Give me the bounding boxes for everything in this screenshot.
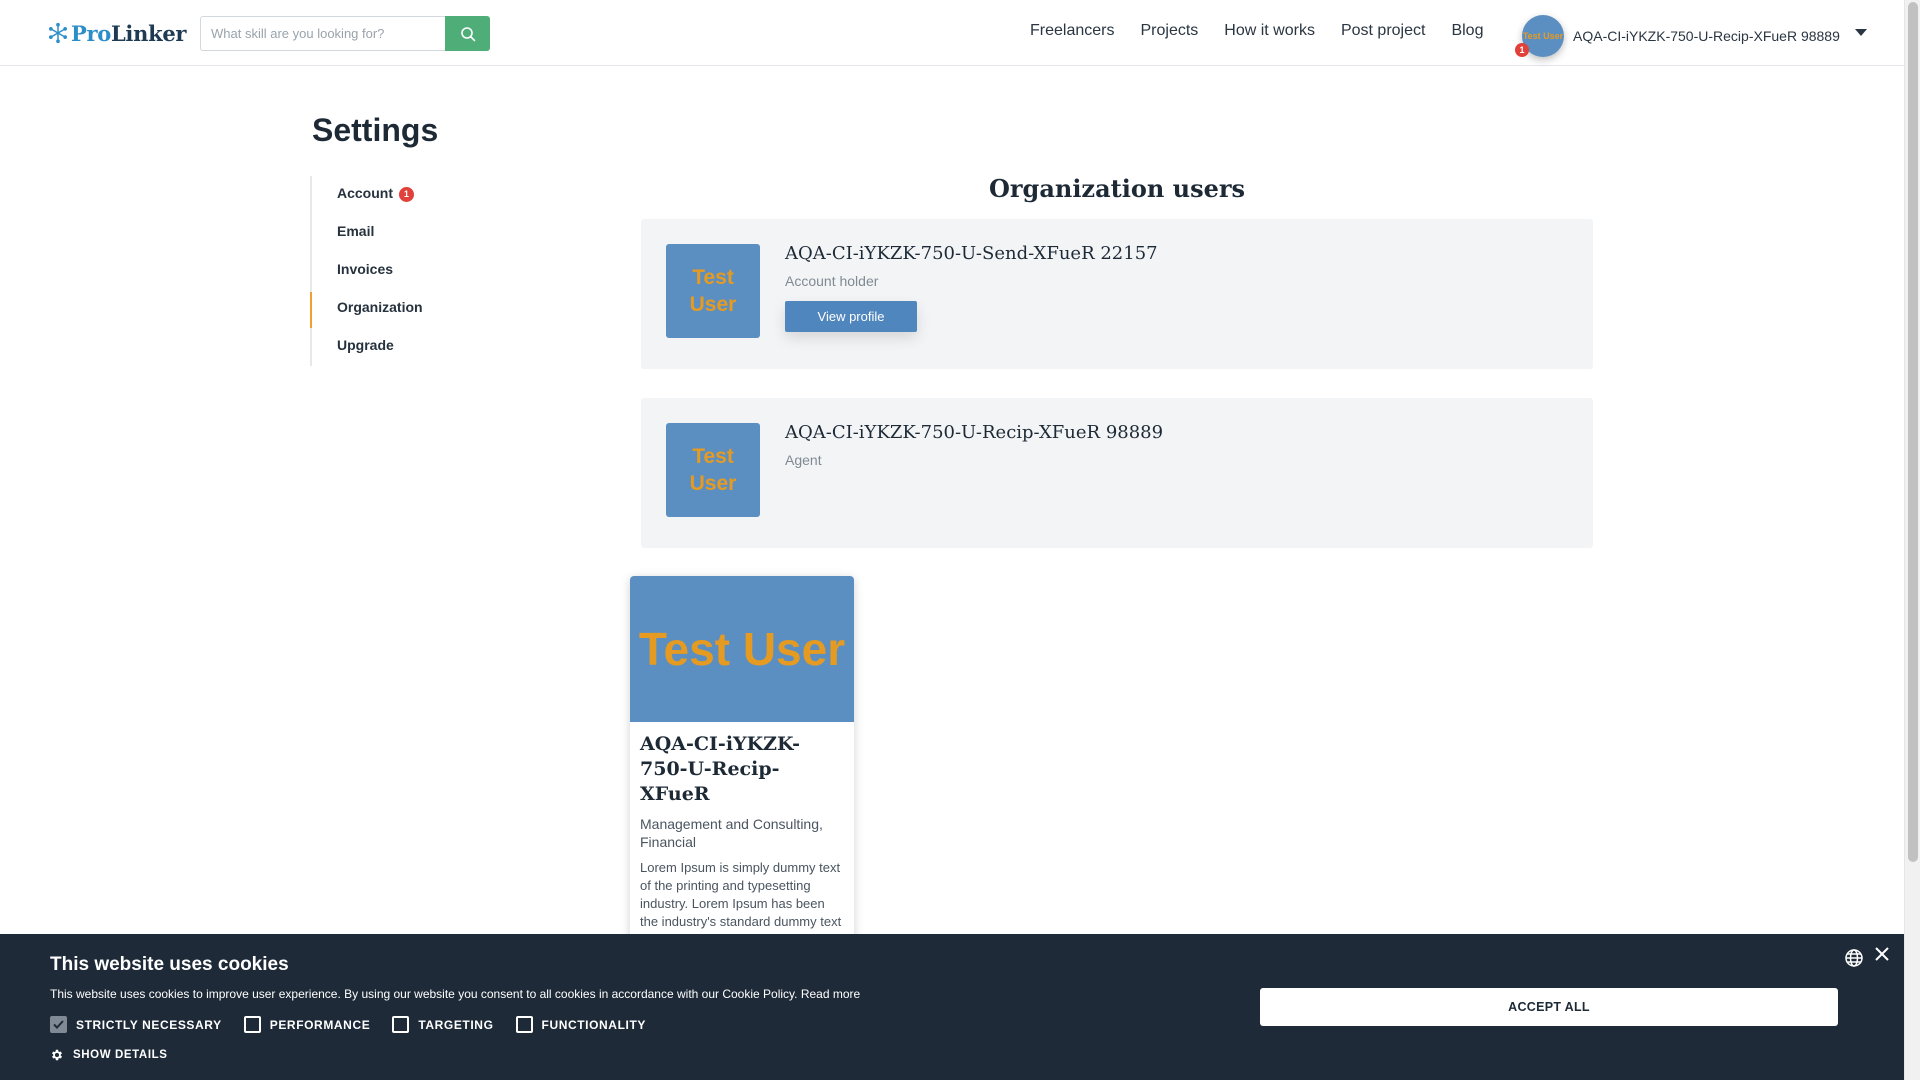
cookie-option-targeting[interactable]: TARGETING (392, 1016, 493, 1033)
profile-name[interactable]: AQA-CI-iYKZK-750-U-Recip-XFueR (640, 732, 844, 807)
cookie-option-strictly-necessary[interactable]: STRICTLY NECESSARY (50, 1016, 222, 1033)
chevron-down-icon[interactable] (1854, 28, 1868, 37)
cookie-text-body: This website uses cookies to improve use… (50, 987, 798, 1001)
org-user-role: Account holder (785, 273, 879, 289)
freelancer-profile-card[interactable]: Test User AQA-CI-iYKZK-750-U-Recip-XFueR… (630, 576, 854, 946)
settings-menu-invoices[interactable]: Invoices (312, 252, 510, 290)
close-icon[interactable] (1874, 946, 1890, 962)
cookie-text: This website uses cookies to improve use… (50, 987, 860, 1001)
settings-menu-organization[interactable]: Organization (310, 290, 510, 328)
org-user-card: Test User AQA-CI-iYKZK-750-U-Recip-XFueR… (641, 398, 1593, 548)
checkmark-icon (53, 1020, 64, 1029)
profile-description: Lorem Ipsum is simply dummy text of the … (640, 860, 842, 946)
cookie-options: STRICTLY NECESSARY PERFORMANCE TARGETING… (50, 1016, 668, 1033)
settings-menu-upgrade[interactable]: Upgrade (312, 328, 510, 366)
settings-menu: Account 1 Email Invoices Organization Up… (310, 176, 510, 366)
org-user-card: Test User AQA-CI-iYKZK-750-U-Send-XFueR … (641, 219, 1593, 369)
settings-menu-email[interactable]: Email (312, 214, 510, 252)
cookie-option-label: TARGETING (418, 1017, 494, 1032)
settings-menu-label: Upgrade (337, 337, 394, 353)
nav-freelancers[interactable]: Freelancers (1030, 22, 1114, 40)
nav-post-project[interactable]: Post project (1341, 22, 1425, 40)
checkbox-strictly-necessary[interactable] (50, 1016, 67, 1033)
search-bar (200, 16, 490, 51)
logo-text: ProLinker (71, 20, 187, 46)
top-header: ProLinker Freelancers Projects How it wo… (0, 0, 1904, 66)
user-avatar: Test User (666, 244, 760, 338)
page-scrollbar[interactable] (1904, 0, 1920, 1080)
settings-menu-label: Email (337, 223, 375, 239)
user-avatar: Test User (666, 423, 760, 517)
nav-how-it-works[interactable]: How it works (1224, 22, 1315, 40)
read-more-link[interactable]: Read more (801, 987, 860, 1001)
page-title: Settings (312, 112, 439, 148)
settings-menu-account[interactable]: Account 1 (312, 176, 510, 214)
prolinker-logo[interactable]: ProLinker (47, 19, 186, 47)
notification-badge: 1 (1515, 43, 1529, 57)
scrollbar-thumb[interactable] (1908, 2, 1918, 862)
org-user-name: AQA-CI-iYKZK-750-U-Send-XFueR 22157 (785, 243, 1158, 264)
user-name[interactable]: AQA-CI-iYKZK-750-U-Recip-XFueR 98889 (1573, 28, 1840, 44)
user-menu[interactable]: Test User 1 AQA-CI-iYKZK-750-U-Recip-XFu… (1515, 15, 1868, 57)
cookie-option-functionality[interactable]: FUNCTIONALITY (515, 1016, 646, 1033)
globe-icon[interactable] (1844, 948, 1864, 968)
cookie-title: This website uses cookies (50, 954, 289, 975)
profile-image: Test User (630, 576, 854, 722)
accept-all-button[interactable]: ACCEPT ALL (1260, 988, 1838, 1026)
settings-menu-label: Organization (337, 299, 423, 315)
account-badge: 1 (398, 187, 414, 202)
search-icon (460, 26, 475, 41)
main-nav: Freelancers Projects How it works Post p… (1030, 22, 1509, 40)
checkbox-functionality[interactable] (515, 1016, 533, 1033)
profile-categories: Management and Consulting, Financial (640, 816, 823, 850)
cookie-option-performance[interactable]: PERFORMANCE (243, 1016, 371, 1033)
checkbox-performance[interactable] (243, 1016, 261, 1033)
org-user-name: AQA-CI-iYKZK-750-U-Recip-XFueR 98889 (785, 422, 1164, 443)
gear-icon (51, 1049, 63, 1061)
section-title: Organization users (988, 174, 1246, 203)
settings-menu-label: Account (337, 185, 393, 201)
search-input[interactable] (200, 16, 445, 51)
logo-snowflake-icon (49, 22, 67, 44)
cookie-option-label: STRICTLY NECESSARY (76, 1017, 222, 1032)
settings-menu-label: Invoices (337, 261, 394, 277)
org-user-role: Agent (785, 452, 822, 468)
show-details-label: SHOW DETAILS (73, 1049, 168, 1061)
nav-projects[interactable]: Projects (1140, 22, 1198, 40)
search-button[interactable] (445, 16, 490, 51)
view-profile-button[interactable]: View profile (785, 301, 917, 332)
cookie-option-label: FUNCTIONALITY (541, 1017, 646, 1032)
cookie-option-label: PERFORMANCE (269, 1017, 371, 1032)
checkbox-targeting[interactable] (392, 1016, 410, 1033)
nav-blog[interactable]: Blog (1451, 22, 1483, 40)
cookie-banner: This website uses cookies This website u… (0, 934, 1904, 1080)
show-details-toggle[interactable]: SHOW DETAILS (50, 1048, 168, 1062)
